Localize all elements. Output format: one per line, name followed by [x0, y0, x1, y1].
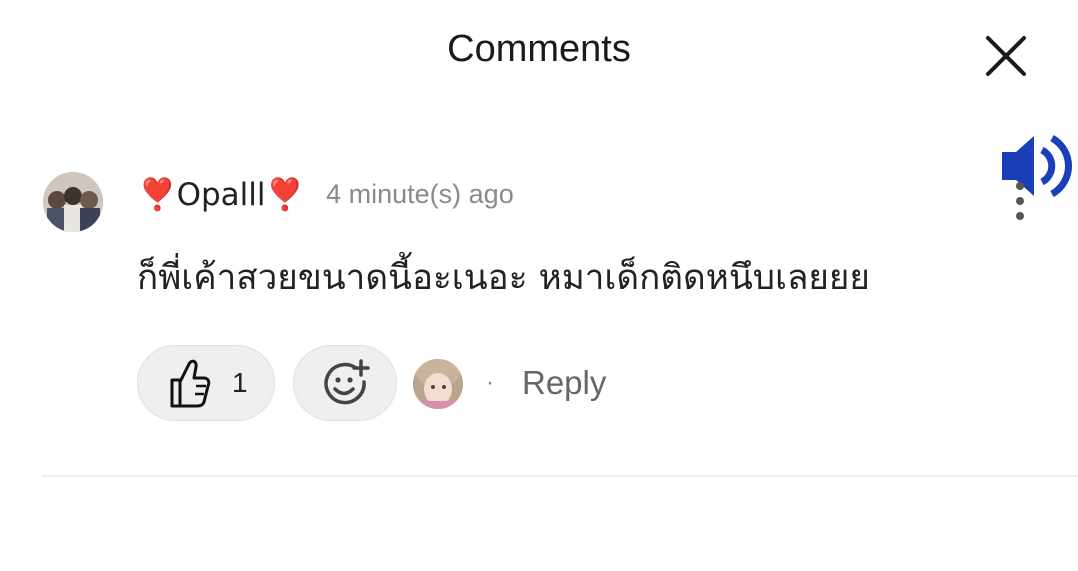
close-icon: [986, 36, 1026, 76]
avatar-photo: [43, 172, 103, 232]
comment-author[interactable]: ❣️Opalll❣️: [138, 176, 304, 213]
like-count: 1: [232, 367, 248, 398]
comment-timestamp: 4 minute(s) ago: [326, 178, 514, 209]
comment-text: ก็พี่เค้าสวยขนาดนี้อะเนอะ หมาเด็กติดหนึบ…: [137, 258, 870, 298]
add-reaction-button[interactable]: [293, 345, 397, 421]
thumbs-up-icon: [170, 359, 211, 408]
close-button[interactable]: [980, 30, 1032, 82]
page-title: Comments: [447, 28, 631, 70]
more-vertical-icon: [1016, 182, 1024, 220]
add-reaction-icon: [324, 359, 370, 405]
divider: [42, 475, 1078, 477]
creator-avatar-photo: [413, 359, 463, 409]
more-options-button[interactable]: [1008, 180, 1032, 224]
reply-button[interactable]: Reply: [522, 364, 606, 402]
avatar[interactable]: [43, 172, 103, 232]
comment-header: ❣️Opalll❣️ 4 minute(s) ago: [138, 172, 514, 216]
creator-reply-avatar: [413, 359, 463, 409]
separator-dot: ·: [486, 369, 494, 396]
like-button[interactable]: 1: [137, 345, 275, 421]
